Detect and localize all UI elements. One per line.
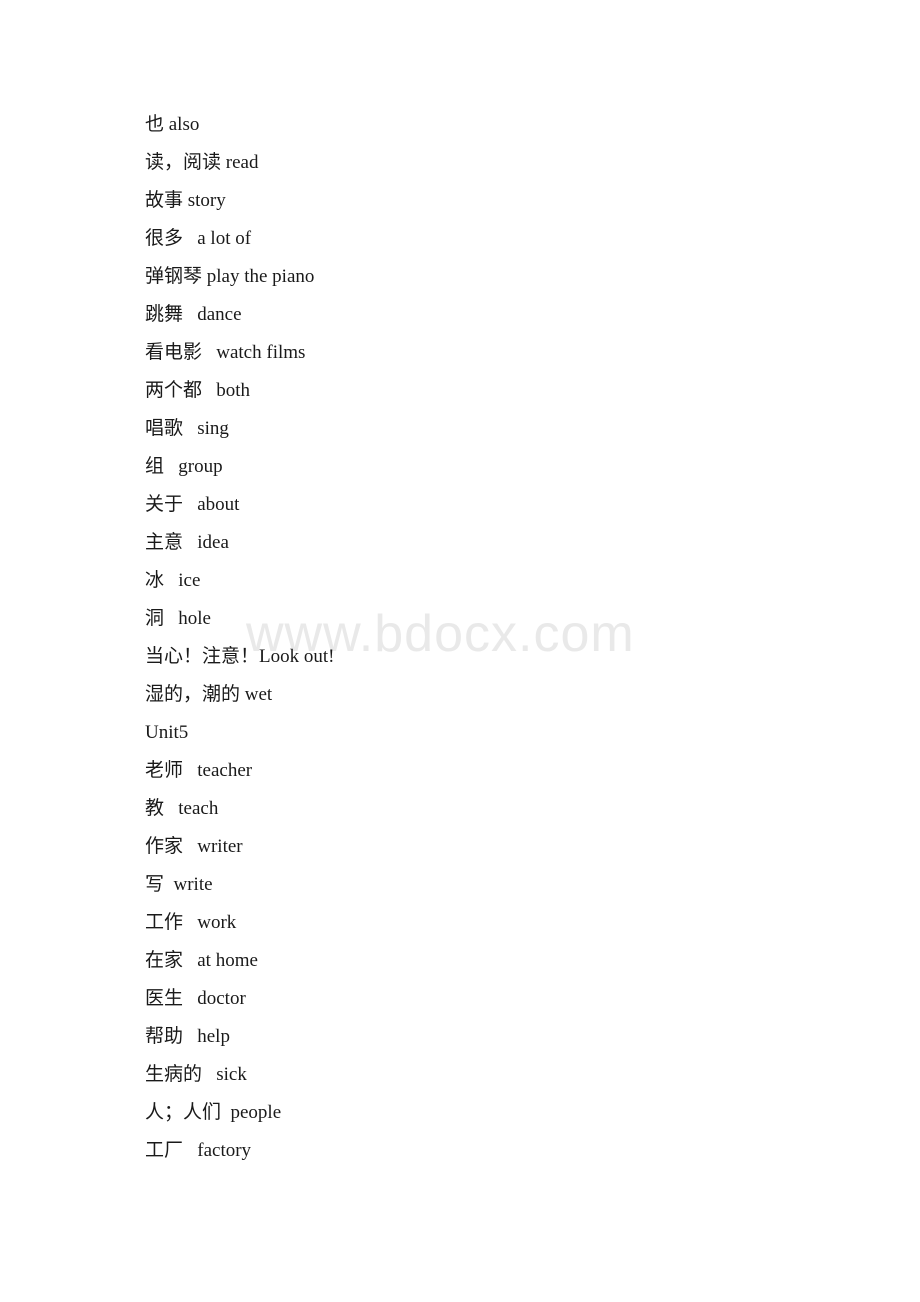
- vocab-line-idea: 主意 idea: [145, 532, 229, 553]
- vocab-line-watch-films: 看电影 watch films: [145, 342, 306, 363]
- vocab-line-factory: 工厂 factory: [145, 1140, 252, 1161]
- vocab-line-both: 两个都 both: [145, 380, 251, 401]
- vocab-line-sing: 唱歌 sing: [145, 418, 229, 439]
- vocabulary-list: 也 also 读，阅读 read 故事 story 很多 a lot of 弹钢琴 pl…: [145, 106, 845, 1170]
- vocab-line-unit5-heading: Unit5: [145, 722, 189, 743]
- vocab-line-at-home: 在家 at home: [145, 950, 258, 971]
- vocab-line-write: 写 write: [145, 874, 213, 895]
- vocab-line-teacher: 老师 teacher: [145, 760, 253, 781]
- vocab-line-hole: 洞 hole: [145, 608, 211, 629]
- vocab-line-read: 读，阅读 read: [145, 152, 259, 173]
- vocab-line-writer: 作家 writer: [145, 836, 243, 857]
- vocab-line-work: 工作 work: [145, 912, 237, 933]
- vocab-line-help: 帮助 help: [145, 1026, 230, 1047]
- vocab-line-group: 组 group: [145, 456, 223, 477]
- vocab-line-people: 人；人们 people: [145, 1102, 282, 1123]
- vocab-line-ice: 冰 ice: [145, 570, 201, 591]
- vocab-line-teach: 教 teach: [145, 798, 219, 819]
- vocab-line-wet: 湿的，潮的 wet: [145, 684, 273, 705]
- vocab-line-doctor: 医生 doctor: [145, 988, 246, 1009]
- vocab-line-story: 故事 story: [145, 190, 226, 211]
- vocab-line-sick: 生病的 sick: [145, 1064, 247, 1085]
- vocab-line-also: 也 also: [145, 114, 200, 135]
- vocab-line-about: 关于 about: [145, 494, 240, 515]
- vocab-line-a-lot-of: 很多 a lot of: [145, 228, 252, 249]
- vocab-line-play-piano: 弹钢琴 play the piano: [145, 266, 315, 287]
- vocab-line-dance: 跳舞 dance: [145, 304, 242, 325]
- vocab-line-look-out: 当心！注意！Look out!: [145, 646, 335, 667]
- document-page: www.bdocx.com 也 also 读，阅读 read 故事 story 很多 …: [0, 0, 920, 1302]
